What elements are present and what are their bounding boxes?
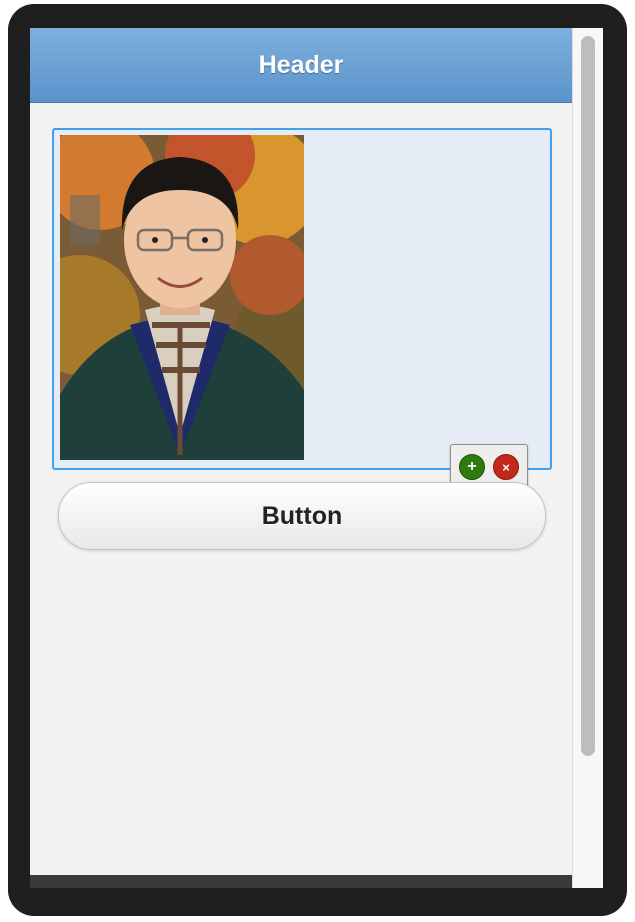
scrollbar-thumb[interactable] [581,36,595,756]
portrait-photo [60,135,304,460]
vertical-scrollbar[interactable] [572,28,603,888]
header-bar: Header [30,28,572,103]
close-circle-icon[interactable]: × [493,454,519,480]
selected-image-container[interactable] [52,128,552,470]
header-title: Header [258,50,344,79]
bottom-toolbar [30,875,572,888]
primary-button[interactable]: Button [58,482,546,550]
app-screen: Header + × Button [30,28,572,875]
plus-circle-icon[interactable]: + [459,454,485,480]
